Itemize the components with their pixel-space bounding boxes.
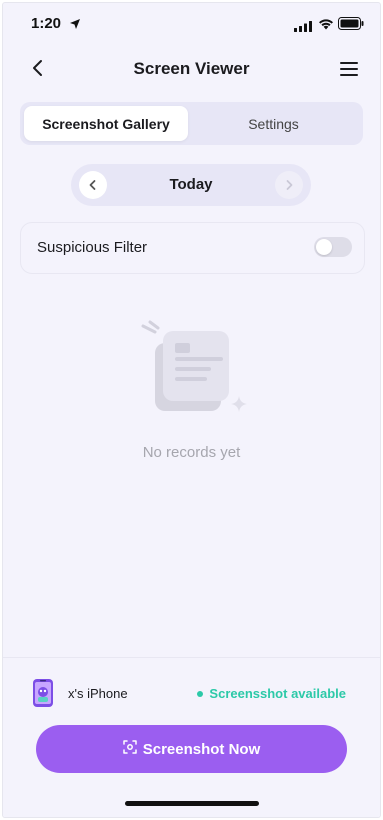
device-name: x's iPhone	[68, 686, 128, 701]
status-dot	[197, 690, 204, 697]
empty-state-text: No records yet	[142, 444, 241, 461]
device-row: x's iPhone Screensshot available	[3, 676, 380, 712]
chevron-right-icon	[286, 180, 293, 190]
signal-icon	[294, 19, 312, 37]
nav-header: Screen Viewer	[3, 49, 380, 89]
suspicious-filter-row: Suspicious Filter	[20, 222, 365, 274]
device-status: Screensshot available	[197, 686, 346, 701]
location-arrow-icon	[69, 17, 81, 35]
screenshot-now-label: Screenshot Now	[142, 740, 261, 758]
next-day-button[interactable]	[275, 171, 303, 199]
screenshot-capture-icon	[122, 740, 137, 758]
page-title: Screen Viewer	[133, 59, 250, 78]
tab-screenshot-gallery[interactable]: Screenshot Gallery	[24, 106, 188, 141]
device-phone-icon	[32, 678, 54, 708]
segmented-tabs: Screenshot Gallery Settings	[20, 102, 363, 145]
battery-icon	[338, 17, 364, 35]
app-screen: 1:20 Screen Viewer Screenshot Gallery Se…	[3, 3, 380, 817]
suspicious-filter-label: Suspicious Filter	[37, 239, 148, 256]
empty-documents-icon	[137, 319, 249, 424]
menu-icon[interactable]	[338, 58, 360, 80]
device-status-text: Screensshot available	[209, 686, 346, 701]
tab-settings[interactable]: Settings	[188, 106, 359, 141]
status-time: 1:20	[31, 15, 62, 32]
status-bar: 1:20	[3, 3, 380, 47]
day-navigator: Today	[71, 164, 311, 206]
home-indicator	[125, 801, 259, 806]
wifi-icon	[318, 17, 334, 35]
screenshot-now-button[interactable]: Screenshot Now	[36, 725, 347, 773]
suspicious-filter-toggle[interactable]	[314, 237, 352, 257]
toggle-knob	[316, 239, 332, 255]
bottom-panel: x's iPhone Screensshot available Screens…	[3, 657, 380, 817]
